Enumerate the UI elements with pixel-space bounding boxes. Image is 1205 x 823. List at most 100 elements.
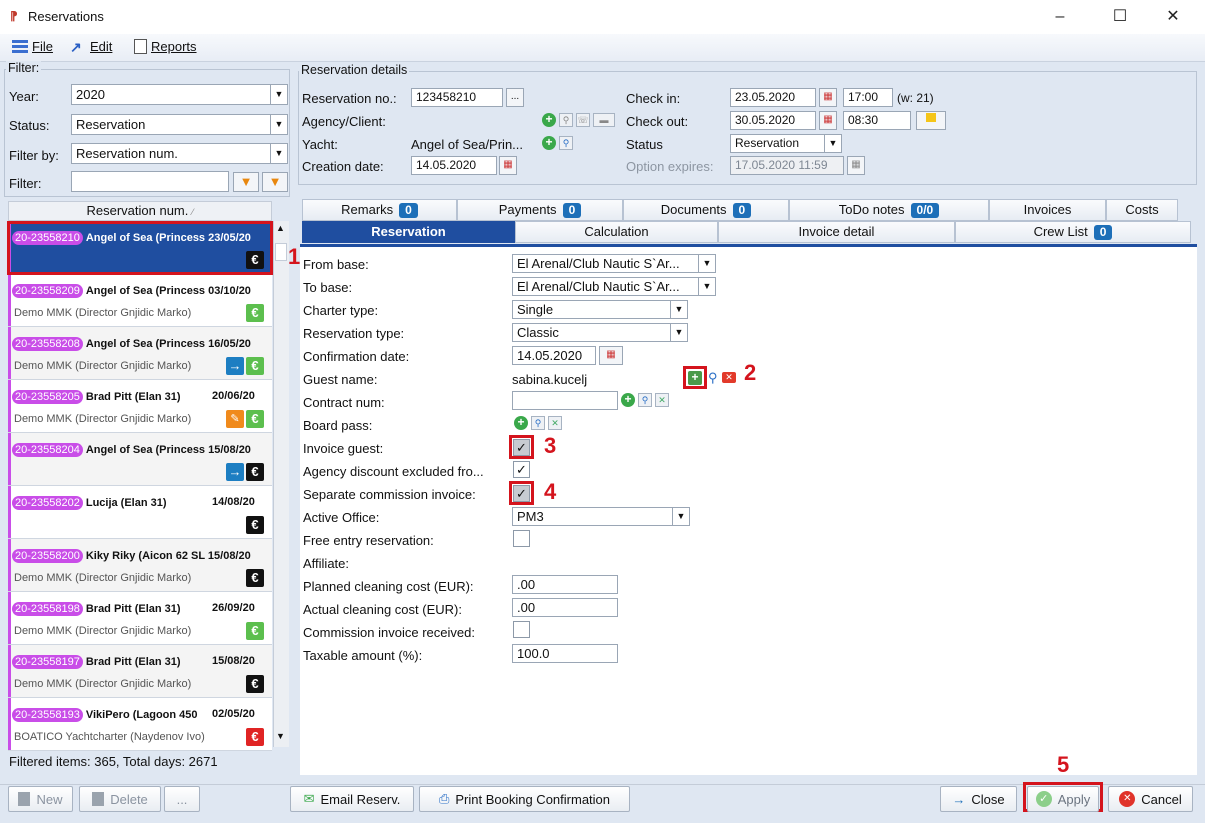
checkout-date-field[interactable]: 30.05.2020 [730, 111, 816, 130]
tab-costs[interactable]: Costs [1106, 199, 1178, 221]
search-contract-icon[interactable]: ⚲ [638, 393, 652, 407]
more-button[interactable]: ... [164, 786, 200, 812]
comm-received-checkbox[interactable] [513, 621, 530, 638]
status-filter-select[interactable]: Reservation ▼ [71, 114, 288, 135]
maximize-button[interactable]: ☐ [1100, 4, 1140, 30]
add-yacht-icon[interactable]: + [542, 136, 556, 150]
clear-contract-icon[interactable]: ✕ [655, 393, 669, 407]
calendar-icon[interactable]: ▦ [499, 156, 517, 175]
list-item[interactable]: 20-23558197 Brad Pitt (Elan 31) 15/08/20 De… [8, 645, 272, 698]
check-icon: ✓ [1035, 791, 1052, 807]
list-item[interactable]: 20-23558198 Brad Pitt (Elan 31) 26/09/20 De… [8, 592, 272, 645]
new-button[interactable]: New [8, 786, 73, 812]
card-icon[interactable]: ▬ [593, 113, 615, 127]
note-icon[interactable] [916, 111, 946, 130]
free-entry-checkbox[interactable] [513, 530, 530, 547]
search-agency-icon[interactable]: ⚲ [559, 113, 573, 127]
add-guest-icon[interactable]: + [688, 371, 702, 385]
tab-todo-notes[interactable]: ToDo notes 0/0 [789, 199, 989, 221]
invoice-guest-checkbox[interactable]: ✓ [513, 439, 530, 456]
separate-comm-checkbox[interactable]: ✓ [513, 485, 530, 502]
email-reserv-button[interactable]: ✉ Email Reserv. [290, 786, 414, 812]
tab-label: Calculation [584, 224, 649, 239]
calendar-icon[interactable]: ▦ [599, 346, 623, 365]
to-base-select[interactable]: El Arenal/Club Nautic S`Ar... ▼ [512, 277, 716, 296]
actual-clean-field[interactable]: .00 [512, 598, 618, 617]
list-item[interactable]: 20-23558205 Brad Pitt (Elan 31) 20/06/20 De… [8, 380, 272, 433]
list-item[interactable]: 20-23558204 Angel of Sea (Princess 15/08/… [8, 433, 272, 486]
tab-calculation[interactable]: Calculation [515, 221, 718, 243]
tab-reservation[interactable]: Reservation [302, 221, 515, 243]
close-button[interactable]: → Close [940, 786, 1017, 812]
list-column-header[interactable]: Reservation num. ⁄ [8, 201, 272, 221]
active-office-select[interactable]: PM3 ▼ [512, 507, 690, 526]
tab-remarks[interactable]: Remarks 0 [302, 199, 457, 221]
tab-crew-list[interactable]: Crew List 0 [955, 221, 1191, 243]
tab-payments[interactable]: Payments 0 [457, 199, 623, 221]
callout-3: 3 [544, 433, 557, 458]
clear-board-icon[interactable]: ✕ [548, 416, 562, 430]
list-item[interactable]: 20-23558200 Kiky Riky (Aicon 62 SL 15/08/… [8, 539, 272, 592]
print-confirmation-button[interactable]: ⎙ Print Booking Confirmation [419, 786, 630, 812]
contract-input[interactable] [512, 391, 618, 410]
search-guest-icon[interactable]: ⚲ [708, 370, 718, 386]
list-item[interactable]: 20-23558202 Lucija (Elan 31) 14/08/20 € [8, 486, 272, 539]
cancel-button[interactable]: ✕ Cancel [1108, 786, 1193, 812]
menu-reports[interactable]: Reports [134, 39, 197, 54]
checkout-time-field[interactable]: 08:30 [843, 111, 911, 130]
remove-guest-icon[interactable]: ✕ [722, 372, 736, 383]
filterby-select[interactable]: Reservation num. ▼ [71, 143, 288, 164]
list-item[interactable]: 20-23558208 Angel of Sea (Princess 16/05/… [8, 327, 272, 380]
from-base-select[interactable]: El Arenal/Club Nautic S`Ar... ▼ [512, 254, 716, 273]
list-item[interactable]: 20-23558209 Angel of Sea (Princess 03/10/… [8, 274, 272, 327]
reservation-number-badge: 20-23558202 [12, 496, 83, 510]
res-type-select[interactable]: Classic ▼ [512, 323, 688, 342]
filter-clear-icon[interactable]: ▼ [262, 172, 288, 192]
add-board-icon[interactable]: + [514, 416, 528, 430]
scroll-down-icon[interactable]: ▼ [276, 731, 285, 741]
reservation-title: Lucija (Elan 31) [85, 497, 167, 509]
euro-icon: € [246, 622, 264, 640]
add-contract-icon[interactable]: + [621, 393, 635, 407]
agency-discount-checkbox[interactable]: ✓ [513, 461, 530, 478]
status-select[interactable]: Reservation ▼ [730, 134, 842, 153]
menu-file[interactable]: File [12, 39, 53, 54]
checkin-date-field[interactable]: 23.05.2020 [730, 88, 816, 107]
tab-documents[interactable]: Documents 0 [623, 199, 789, 221]
resno-field[interactable]: 123458210 [411, 88, 503, 107]
add-agency-icon[interactable]: + [542, 113, 556, 127]
filter-input[interactable] [71, 171, 229, 192]
checkin-time-field[interactable]: 17:00 [843, 88, 893, 107]
active-office-label: Active Office: [303, 510, 380, 525]
scroll-up-icon[interactable]: ▲ [276, 223, 285, 233]
close-window-button[interactable]: ✕ [1153, 4, 1193, 30]
phone-icon[interactable]: ☏ [576, 113, 590, 127]
app-icon: ⁋ [10, 9, 18, 23]
apply-button[interactable]: ✓ Apply [1027, 786, 1099, 812]
search-yacht-icon[interactable]: ⚲ [559, 136, 573, 150]
delete-button[interactable]: Delete [79, 786, 161, 812]
tab-invoice-detail[interactable]: Invoice detail [718, 221, 955, 243]
taxable-field[interactable]: 100.0 [512, 644, 618, 663]
minimize-button[interactable]: – [1040, 4, 1080, 30]
resno-lookup-button[interactable]: ... [506, 88, 524, 107]
creation-date-field[interactable]: 14.05.2020 [411, 156, 497, 175]
tab-label: Crew List [1033, 224, 1088, 239]
chevron-down-icon: ▼ [672, 508, 689, 525]
tab-invoices[interactable]: Invoices [989, 199, 1106, 221]
chevron-down-icon: ▼ [698, 255, 715, 272]
cancel-label: Cancel [1141, 791, 1182, 807]
calendar-icon[interactable]: ▦ [819, 111, 837, 130]
charter-type-select[interactable]: Single ▼ [512, 300, 688, 319]
list-scrollbar[interactable]: ▲ ▼ [273, 221, 289, 747]
planned-clean-field[interactable]: .00 [512, 575, 618, 594]
row-color-strip [8, 592, 11, 644]
scroll-thumb[interactable] [275, 243, 287, 261]
calendar-icon[interactable]: ▦ [819, 88, 837, 107]
filter-apply-icon[interactable]: ▼ [233, 172, 259, 192]
search-board-icon[interactable]: ⚲ [531, 416, 545, 430]
menu-edit[interactable]: ↗ Edit [70, 39, 112, 54]
confirm-date-field[interactable]: 14.05.2020 [512, 346, 596, 365]
list-item[interactable]: 20-23558193 VikiPero (Lagoon 450 02/05/20 B… [8, 698, 272, 751]
year-select[interactable]: 2020 ▼ [71, 84, 288, 105]
